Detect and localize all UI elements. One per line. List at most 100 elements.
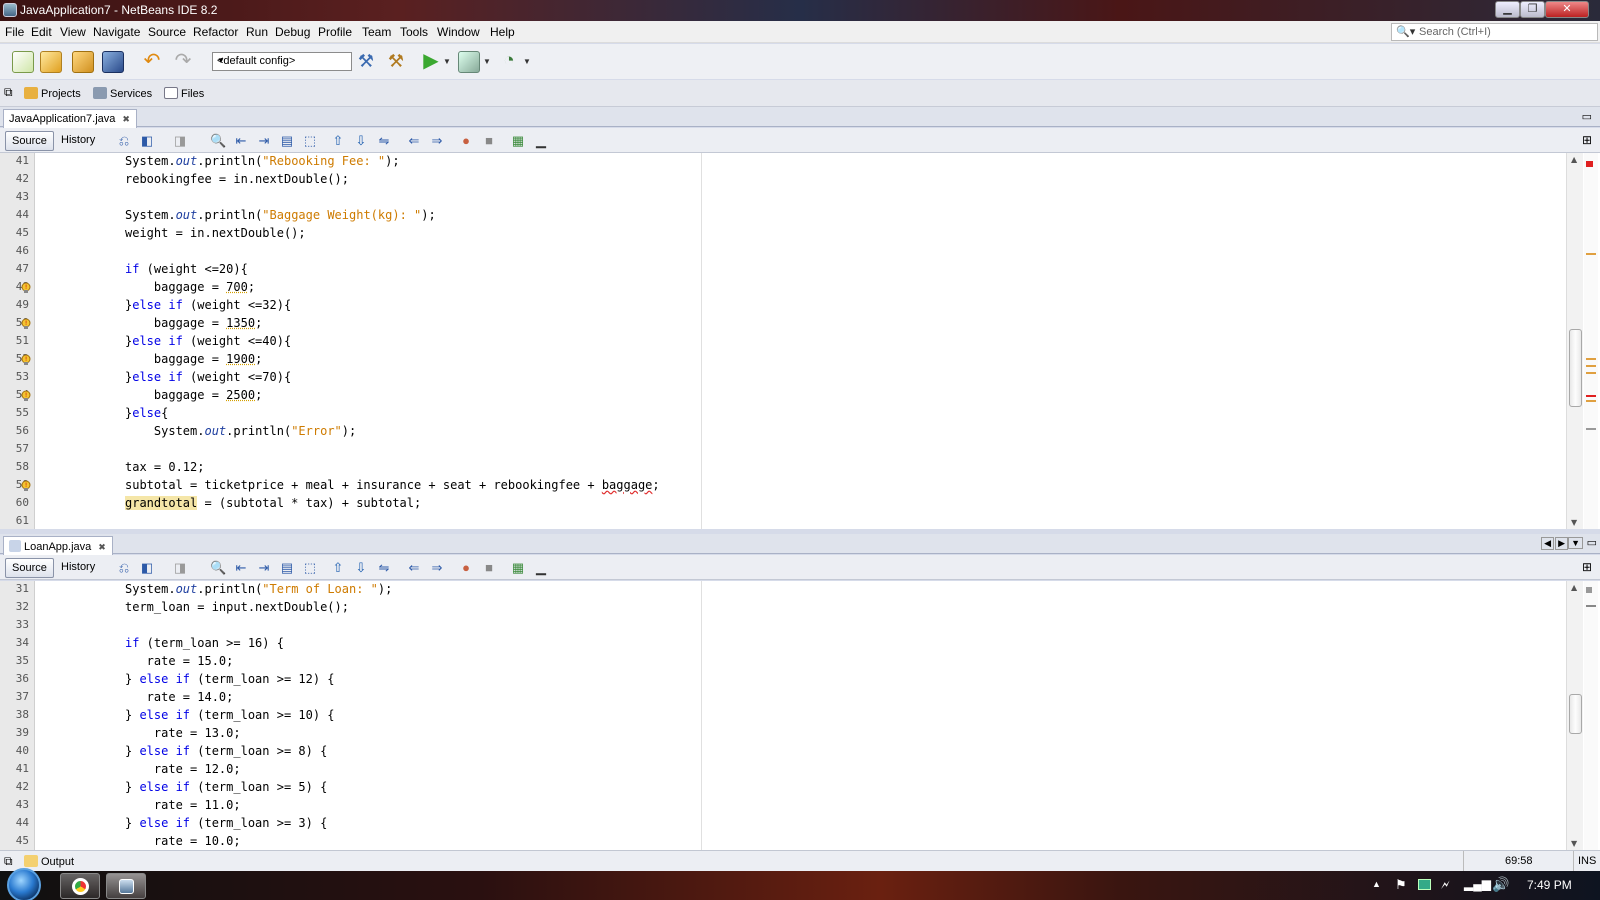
shift-right-icon[interactable]: ⇒ [429,560,445,576]
run-dropdown-icon[interactable]: ▼ [443,57,451,66]
shift-left-icon[interactable]: ⇐ [406,560,422,576]
editor1-code-area[interactable]: 41 System.out.println("Rebooking Fee: ");… [0,153,1600,529]
menu-file[interactable]: File [5,25,24,39]
scroll-thumb[interactable] [1569,329,1582,407]
chrome-taskbar-icon[interactable] [60,873,100,899]
clock[interactable]: 7:49 PM [1527,878,1572,892]
code-line[interactable]: 45 weight = in.nextDouble(); [0,224,1560,242]
find-next-icon[interactable]: ⇥ [256,560,272,576]
editor1-scrollbar[interactable]: ▲ ▼ [1566,153,1583,529]
maximize-editor-icon[interactable]: ▭ [1582,110,1592,123]
forward-icon[interactable]: ◨ [172,133,188,149]
code-line[interactable]: 58 tax = 0.12; [0,458,1560,476]
scroll-tabs-right-icon[interactable]: ▶ [1555,537,1568,550]
start-macro-icon[interactable]: ● [458,133,474,149]
scroll-up-icon[interactable]: ▲ [1571,155,1577,164]
build-icon[interactable]: ⚒ [355,51,377,73]
menu-team[interactable]: Team [362,25,391,39]
menu-tools[interactable]: Tools [400,25,428,39]
toggle-highlight-icon[interactable]: ▤ [279,560,295,576]
toggle-bookmark-icon[interactable]: ⇋ [376,560,392,576]
history-tab[interactable]: History [55,131,101,151]
tray-app-icon[interactable] [1418,879,1431,890]
find-icon[interactable]: 🔍 [210,560,226,576]
previous-bookmark-icon[interactable]: ⇧ [330,133,346,149]
error-status-icon[interactable] [1586,161,1593,167]
close-tab-icon[interactable]: ✖ [98,542,106,552]
code-line[interactable]: 43 [0,188,1560,206]
code-line[interactable]: 50! baggage = 1350; [0,314,1560,332]
start-macro-icon[interactable]: ● [458,560,474,576]
error-stripe[interactable] [1584,153,1598,529]
history-tab[interactable]: History [55,558,101,578]
new-file-icon[interactable] [12,51,34,73]
warning-mark[interactable] [1586,358,1596,360]
menu-help[interactable]: Help [490,25,515,39]
code-line[interactable]: 49}else if (weight <=32){ [0,296,1560,314]
forward-icon[interactable]: ◨ [172,560,188,576]
toggle-bookmark-icon[interactable]: ⇋ [376,133,392,149]
warning-bulb-icon[interactable]: ! [20,317,32,329]
menu-profile[interactable]: Profile [318,25,352,39]
comment-icon[interactable]: ▦ [510,560,526,576]
code-line[interactable]: 59!subtotal = ticketprice + meal + insur… [0,476,1560,494]
code-line[interactable]: 56 System.out.println("Error"); [0,422,1560,440]
menu-navigate[interactable]: Navigate [93,25,140,39]
netbeans-taskbar-icon[interactable] [106,873,146,899]
menu-run[interactable]: Run [246,25,268,39]
back-icon[interactable]: ◧ [139,133,155,149]
status-ok-icon[interactable] [1586,587,1592,593]
run-icon[interactable]: ▶ [420,51,442,73]
close-button[interactable]: ✕ [1545,1,1589,18]
warning-mark[interactable] [1586,253,1596,255]
menu-edit[interactable]: Edit [31,25,52,39]
restore-window-icon[interactable]: ⧉ [4,85,13,100]
scroll-down-icon[interactable]: ▼ [1571,518,1577,527]
code-line[interactable]: 44} else if (term_loan >= 3) { [0,814,1560,832]
action-center-flag-icon[interactable]: ⚑ [1395,877,1407,893]
toggle-highlight-icon[interactable]: ▤ [279,133,295,149]
split-editor-icon[interactable]: ⊞ [1582,133,1592,147]
code-line[interactable]: 37 rate = 14.0; [0,688,1560,706]
tab-javaapplication7[interactable]: JavaApplication7.java ✖ [3,109,137,128]
code-line[interactable]: 43 rate = 11.0; [0,796,1560,814]
code-line[interactable]: 31 System.out.println("Term of Loan: "); [0,581,1560,598]
config-select[interactable]: <default config> ▼ [212,52,352,71]
menu-source[interactable]: Source [148,25,186,39]
previous-bookmark-icon[interactable]: ⇧ [330,560,346,576]
code-line[interactable]: 48! baggage = 700; [0,278,1560,296]
output-window-button[interactable]: Output [24,855,74,868]
code-line[interactable]: 47 if (weight <=20){ [0,260,1560,278]
error-mark[interactable] [1586,395,1596,397]
warning-bulb-icon[interactable]: ! [20,353,32,365]
debug-icon[interactable] [458,51,480,73]
open-project-icon[interactable] [72,51,94,73]
network-icon[interactable]: ▂▄▆ [1464,877,1491,891]
code-line[interactable]: 54! baggage = 2500; [0,386,1560,404]
warning-mark[interactable] [1586,372,1596,374]
code-line[interactable]: 52! baggage = 1900; [0,350,1560,368]
menu-debug[interactable]: Debug [275,25,310,39]
code-line[interactable]: 60 grandtotal = (subtotal * tax) + subtot… [0,494,1560,512]
code-line[interactable]: 39 rate = 13.0; [0,724,1560,742]
clean-build-icon[interactable]: ⚒ [385,51,407,73]
warning-mark[interactable] [1586,400,1596,402]
code-line[interactable]: 32 term_loan = input.nextDouble(); [0,598,1560,616]
editor2-scrollbar[interactable]: ▲ ▼ [1566,581,1583,850]
volume-icon[interactable]: 🔊 [1492,876,1509,893]
find-previous-icon[interactable]: ⇤ [233,133,249,149]
code-line[interactable]: 42 rebookingfee = in.nextDouble(); [0,170,1560,188]
menu-window[interactable]: Window [437,25,480,39]
warning-bulb-icon[interactable]: ! [20,281,32,293]
find-selection-icon[interactable]: ⬚ [302,560,318,576]
editor2-code-area[interactable]: 31 System.out.println("Term of Loan: "); 3… [0,581,1600,850]
warning-bulb-icon[interactable]: ! [20,389,32,401]
find-icon[interactable]: 🔍 [210,133,226,149]
code-line[interactable]: 45 rate = 10.0; [0,832,1560,850]
tab-files[interactable]: Files [164,87,204,100]
tab-projects[interactable]: Projects [24,87,81,100]
warning-bulb-icon[interactable]: ! [20,479,32,491]
code-line[interactable]: 44 System.out.println("Baggage Weight(kg)… [0,206,1560,224]
code-line[interactable]: 61 [0,512,1560,529]
code-line[interactable]: 51}else if (weight <=40){ [0,332,1560,350]
